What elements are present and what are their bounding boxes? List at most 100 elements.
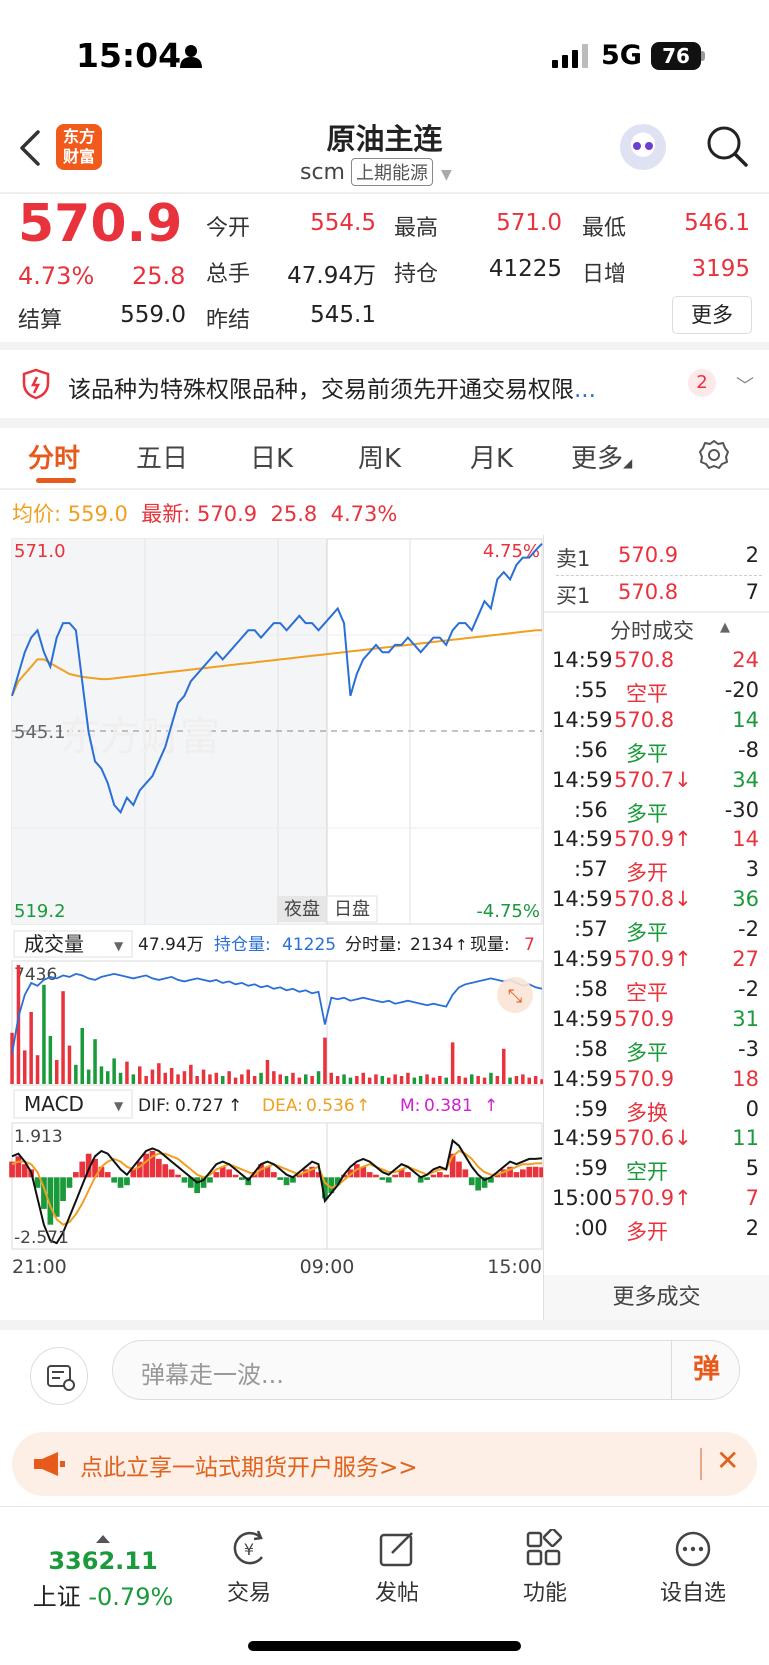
index-ticker[interactable]: 3362.11 上证 -0.79% bbox=[28, 1535, 178, 1612]
macd-bar bbox=[526, 1166, 533, 1178]
open-interest-value: 41225 bbox=[488, 256, 562, 282]
trade-volume: 34 bbox=[732, 767, 759, 792]
tab-monthly-k[interactable]: 月K bbox=[470, 438, 513, 475]
volume-bar bbox=[80, 1028, 84, 1084]
volume-bar bbox=[48, 1036, 53, 1084]
volume-bar bbox=[35, 1055, 40, 1084]
trade-price: 570.9 bbox=[614, 1066, 675, 1091]
index-change: -0.79% bbox=[88, 1583, 174, 1611]
volume-bar bbox=[355, 1076, 359, 1084]
tab-daily-k[interactable]: 日K bbox=[250, 438, 293, 475]
search-icon[interactable] bbox=[705, 124, 749, 168]
volume-bar bbox=[425, 1074, 429, 1084]
trade-volume: -2 bbox=[738, 917, 759, 942]
volume-bar bbox=[438, 1076, 442, 1084]
tab-more[interactable]: 更多◢ bbox=[571, 438, 632, 475]
macd-bar bbox=[181, 1177, 188, 1183]
close-icon[interactable]: ✕ bbox=[716, 1444, 739, 1477]
macd-bar bbox=[162, 1164, 169, 1178]
trade-volume: -20 bbox=[724, 677, 759, 702]
post-tab[interactable]: 发帖 bbox=[347, 1529, 447, 1607]
trade-time: 14:59 bbox=[552, 767, 613, 792]
volume-bar bbox=[182, 1071, 187, 1084]
volume-bar bbox=[118, 1072, 123, 1084]
back-icon[interactable] bbox=[16, 128, 46, 168]
macd-bar bbox=[366, 1172, 373, 1178]
macd-bar bbox=[124, 1177, 130, 1186]
macd-bar bbox=[513, 1172, 520, 1178]
trades-panel: 卖1 570.9 2 买1 570.8 7 分时成交 ▲ 14:59 570.8 2… bbox=[544, 535, 769, 1320]
high-value: 571.0 bbox=[496, 210, 562, 236]
trade-tab[interactable]: ¥ 交易 bbox=[199, 1529, 299, 1607]
day-session-label: 日盘 bbox=[334, 899, 370, 920]
permission-notice[interactable]: 该品种为特殊权限品种，交易前须先开通交易权限... 2 ﹀ bbox=[0, 352, 769, 418]
expand-arrows-icon: ⤡ bbox=[508, 986, 522, 1007]
daily-increase-value: 3195 bbox=[691, 256, 750, 282]
volume-bar bbox=[214, 1072, 219, 1084]
arrow-up-icon: ↑ bbox=[484, 1096, 498, 1116]
danmaku-input[interactable]: 弹幕走一波... 弹 bbox=[112, 1340, 740, 1400]
trade-volume: 14 bbox=[732, 707, 759, 732]
last-price: 570.9 bbox=[18, 194, 183, 254]
volume-bar bbox=[527, 1077, 531, 1084]
tab-weekly-k[interactable]: 周K bbox=[358, 438, 401, 475]
macd-bar bbox=[15, 1156, 22, 1178]
trade-price: 570.6↓ bbox=[614, 1126, 692, 1151]
trade-time: :56 bbox=[574, 737, 608, 762]
macd-bar bbox=[283, 1177, 290, 1186]
macd-bar bbox=[111, 1177, 117, 1183]
functions-tab[interactable]: 功能 bbox=[495, 1529, 595, 1607]
night-session-label: 夜盘 bbox=[284, 899, 320, 920]
macd-bar bbox=[277, 1177, 284, 1180]
battery-icon: 76 bbox=[651, 42, 701, 70]
more-quote-button[interactable]: 更多 bbox=[672, 296, 752, 334]
brand-logo[interactable]: 东方财富 bbox=[56, 124, 102, 170]
trade-volume: -30 bbox=[724, 797, 759, 822]
trade-price: 多开 bbox=[626, 1220, 668, 1245]
tab-five-day[interactable]: 五日 bbox=[136, 438, 188, 475]
contract-subtitle[interactable]: scm 上期能源 ▼ bbox=[300, 158, 452, 186]
assistant-robot-icon[interactable] bbox=[620, 124, 666, 170]
volume-bar bbox=[291, 1072, 295, 1084]
intraday-chart[interactable]: 东方财富 571.0 545.1 519.2 4.75% -4.75% 夜盘 日… bbox=[0, 535, 544, 1325]
promo-banner[interactable]: 点此立享一站式期货开户服务>> ✕ bbox=[12, 1432, 757, 1496]
trade-volume: -2 bbox=[738, 976, 759, 1001]
volume-bar bbox=[374, 1074, 378, 1084]
macd-bar bbox=[456, 1161, 462, 1178]
notice-message: 该品种为特殊权限品种，交易前须先开通交易权限 bbox=[68, 377, 574, 403]
volume-bar bbox=[316, 1071, 321, 1084]
danmaku-send-button[interactable]: 弹 bbox=[671, 1341, 741, 1399]
trade-volume: -8 bbox=[738, 737, 759, 762]
volume-bar bbox=[297, 1077, 302, 1084]
macd-bar bbox=[79, 1161, 86, 1178]
gear-icon[interactable] bbox=[697, 438, 731, 472]
watchlist-tab[interactable]: 设自选 bbox=[643, 1529, 743, 1607]
volume-bar bbox=[533, 1076, 538, 1084]
volume-bar bbox=[86, 1069, 91, 1084]
danmaku-settings-icon[interactable] bbox=[30, 1347, 88, 1405]
chevron-down-icon[interactable]: ﹀ bbox=[736, 372, 754, 398]
trade-price: 570.9↑ bbox=[614, 1186, 692, 1211]
oi-value: 41225 bbox=[282, 935, 336, 955]
m-value: 0.381 bbox=[424, 1096, 473, 1116]
x-tick-mid: 09:00 bbox=[300, 1256, 355, 1278]
minute-volume-value: 2134 bbox=[410, 935, 453, 955]
macd-bar bbox=[143, 1153, 149, 1178]
active-tab-indicator bbox=[36, 478, 76, 483]
macd-max-label: 1.913 bbox=[14, 1127, 63, 1147]
index-value: 3362.11 bbox=[48, 1547, 158, 1575]
volume-bar bbox=[323, 1037, 327, 1084]
volume-bar bbox=[23, 1050, 27, 1084]
more-trades-button[interactable]: 更多成交 bbox=[544, 1275, 769, 1320]
macd-bar bbox=[385, 1177, 392, 1183]
volume-bar bbox=[74, 1064, 78, 1084]
open-interest-label: 持仓 bbox=[394, 262, 439, 287]
volume-bar bbox=[342, 1074, 346, 1084]
macd-bar bbox=[373, 1174, 379, 1178]
macd-bar bbox=[532, 1166, 539, 1178]
volume-bar bbox=[304, 1074, 308, 1084]
tab-intraday[interactable]: 分时 bbox=[28, 438, 80, 475]
volume-bar bbox=[240, 1074, 244, 1084]
edit-icon bbox=[379, 1532, 413, 1567]
divider bbox=[0, 488, 769, 490]
